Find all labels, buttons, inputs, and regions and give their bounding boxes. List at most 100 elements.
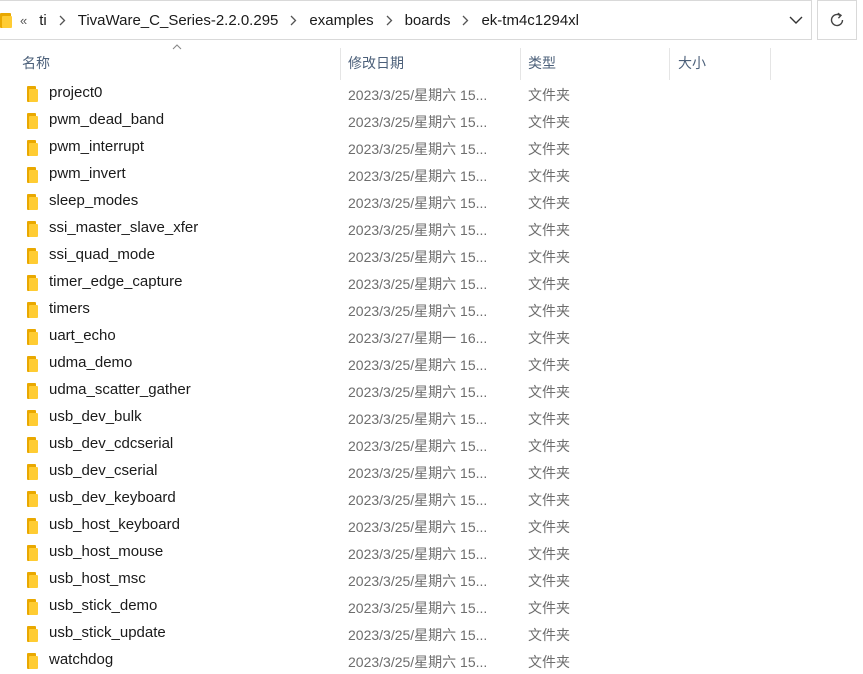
file-modified-date: 2023/3/25/星期六 15... xyxy=(348,384,488,400)
file-name: pwm_dead_band xyxy=(49,111,165,128)
file-row[interactable]: timer_edge_capture 2023/3/25/星期六 15... 文件夹 xyxy=(0,269,863,296)
file-type: 文件夹 xyxy=(528,87,570,103)
file-type: 文件夹 xyxy=(528,573,570,589)
folder-icon xyxy=(26,626,40,642)
file-name: usb_dev_cdcserial xyxy=(49,435,174,452)
file-row[interactable]: usb_host_msc 2023/3/25/星期六 15... 文件夹 xyxy=(0,566,863,593)
file-row[interactable]: uart_echo 2023/3/27/星期一 16... 文件夹 xyxy=(0,323,863,350)
folder-icon xyxy=(26,221,40,237)
file-name: usb_dev_bulk xyxy=(49,408,142,425)
file-row[interactable]: pwm_invert 2023/3/25/星期六 15... 文件夹 xyxy=(0,161,863,188)
file-row[interactable]: usb_dev_cdcserial 2023/3/25/星期六 15... 文件夹 xyxy=(0,431,863,458)
file-row[interactable]: usb_dev_cserial 2023/3/25/星期六 15... 文件夹 xyxy=(0,458,863,485)
file-type: 文件夹 xyxy=(528,384,570,400)
column-divider[interactable] xyxy=(340,48,341,80)
file-name: usb_host_msc xyxy=(49,570,146,587)
file-row[interactable]: sleep_modes 2023/3/25/星期六 15... 文件夹 xyxy=(0,188,863,215)
file-name: ssi_master_slave_xfer xyxy=(49,219,199,236)
file-name: usb_stick_demo xyxy=(49,597,158,614)
chevron-right-icon[interactable] xyxy=(59,15,66,26)
refresh-button[interactable] xyxy=(817,0,857,40)
column-header-size[interactable]: 大小 xyxy=(678,44,768,82)
file-type: 文件夹 xyxy=(528,141,570,157)
file-modified-date: 2023/3/25/星期六 15... xyxy=(348,654,488,670)
file-name: usb_host_mouse xyxy=(49,543,164,560)
file-name: usb_dev_cserial xyxy=(49,462,158,479)
file-type: 文件夹 xyxy=(528,519,570,535)
file-row[interactable]: udma_demo 2023/3/25/星期六 15... 文件夹 xyxy=(0,350,863,377)
file-row[interactable]: usb_host_keyboard 2023/3/25/星期六 15... 文件夹 xyxy=(0,512,863,539)
file-modified-date: 2023/3/25/星期六 15... xyxy=(348,411,488,427)
file-row[interactable]: project0 2023/3/25/星期六 15... 文件夹 xyxy=(0,80,863,107)
file-type: 文件夹 xyxy=(528,654,570,670)
file-type: 文件夹 xyxy=(528,438,570,454)
column-header-name[interactable]: 名称 xyxy=(22,44,340,82)
file-modified-date: 2023/3/25/星期六 15... xyxy=(348,276,488,292)
file-name: uart_echo xyxy=(49,327,116,344)
folder-icon xyxy=(26,518,40,534)
chevron-right-icon[interactable] xyxy=(462,15,469,26)
chevron-right-icon[interactable] xyxy=(386,15,393,26)
chevron-right-icon[interactable] xyxy=(290,15,297,26)
file-modified-date: 2023/3/25/星期六 15... xyxy=(348,141,488,157)
file-modified-date: 2023/3/25/星期六 15... xyxy=(348,195,488,211)
file-modified-date: 2023/3/25/星期六 15... xyxy=(348,465,488,481)
folder-icon xyxy=(26,167,40,183)
file-row[interactable]: usb_host_mouse 2023/3/25/星期六 15... 文件夹 xyxy=(0,539,863,566)
file-modified-date: 2023/3/25/星期六 15... xyxy=(348,519,488,535)
file-row[interactable]: usb_dev_keyboard 2023/3/25/星期六 15... 文件夹 xyxy=(0,485,863,512)
folder-icon xyxy=(26,464,40,480)
file-modified-date: 2023/3/25/星期六 15... xyxy=(348,222,488,238)
folder-icon xyxy=(26,302,40,318)
file-modified-date: 2023/3/25/星期六 15... xyxy=(348,87,488,103)
breadcrumb-item-ti[interactable]: ti xyxy=(37,12,49,29)
file-type: 文件夹 xyxy=(528,195,570,211)
file-row[interactable]: usb_stick_update 2023/3/25/星期六 15... 文件夹 xyxy=(0,620,863,647)
column-divider[interactable] xyxy=(669,48,670,80)
file-row[interactable]: pwm_dead_band 2023/3/25/星期六 15... 文件夹 xyxy=(0,107,863,134)
file-row[interactable]: usb_stick_demo 2023/3/25/星期六 15... 文件夹 xyxy=(0,593,863,620)
folder-icon xyxy=(26,491,40,507)
file-row[interactable]: pwm_interrupt 2023/3/25/星期六 15... 文件夹 xyxy=(0,134,863,161)
folder-icon xyxy=(26,329,40,345)
file-name: pwm_interrupt xyxy=(49,138,145,155)
file-name: usb_dev_keyboard xyxy=(49,489,176,506)
file-type: 文件夹 xyxy=(528,330,570,346)
address-history-dropdown-button[interactable] xyxy=(781,1,811,39)
column-header-row: 名称 修改日期 类型 大小 xyxy=(0,44,863,82)
file-type: 文件夹 xyxy=(528,600,570,616)
breadcrumb: « ti TivaWare_C_Series-2.2.0.295 example… xyxy=(20,12,581,29)
chevron-down-icon xyxy=(789,16,803,24)
folder-icon xyxy=(26,383,40,399)
file-row[interactable]: udma_scatter_gather 2023/3/25/星期六 15... 文件… xyxy=(0,377,863,404)
folder-icon xyxy=(26,248,40,264)
folder-icon xyxy=(26,572,40,588)
file-row[interactable]: watchdog 2023/3/25/星期六 15... 文件夹 xyxy=(0,647,863,674)
breadcrumb-item-tivaware[interactable]: TivaWare_C_Series-2.2.0.295 xyxy=(76,12,281,29)
file-row[interactable]: timers 2023/3/25/星期六 15... 文件夹 xyxy=(0,296,863,323)
breadcrumb-item-boards[interactable]: boards xyxy=(403,12,453,29)
breadcrumb-overflow-button[interactable]: « xyxy=(20,13,27,28)
column-header-type[interactable]: 类型 xyxy=(528,44,668,82)
breadcrumb-item-examples[interactable]: examples xyxy=(307,12,375,29)
file-type: 文件夹 xyxy=(528,357,570,373)
column-divider[interactable] xyxy=(770,48,771,80)
file-name: timer_edge_capture xyxy=(49,273,183,290)
file-row[interactable]: ssi_quad_mode 2023/3/25/星期六 15... 文件夹 xyxy=(0,242,863,269)
folder-icon xyxy=(26,275,40,291)
file-modified-date: 2023/3/27/星期一 16... xyxy=(348,330,488,346)
file-modified-date: 2023/3/25/星期六 15... xyxy=(348,600,488,616)
file-modified-date: 2023/3/25/星期六 15... xyxy=(348,249,488,265)
folder-icon xyxy=(26,410,40,426)
column-header-date[interactable]: 修改日期 xyxy=(348,44,518,82)
file-modified-date: 2023/3/25/星期六 15... xyxy=(348,546,488,562)
address-bar[interactable]: « ti TivaWare_C_Series-2.2.0.295 example… xyxy=(0,0,812,40)
file-row[interactable]: ssi_master_slave_xfer 2023/3/25/星期六 15...… xyxy=(0,215,863,242)
folder-icon xyxy=(26,140,40,156)
file-name: watchdog xyxy=(49,651,114,668)
breadcrumb-item-ek-tm4c1294xl[interactable]: ek-tm4c1294xl xyxy=(479,12,581,29)
file-type: 文件夹 xyxy=(528,222,570,238)
folder-icon xyxy=(26,113,40,129)
column-divider[interactable] xyxy=(520,48,521,80)
file-row[interactable]: usb_dev_bulk 2023/3/25/星期六 15... 文件夹 xyxy=(0,404,863,431)
